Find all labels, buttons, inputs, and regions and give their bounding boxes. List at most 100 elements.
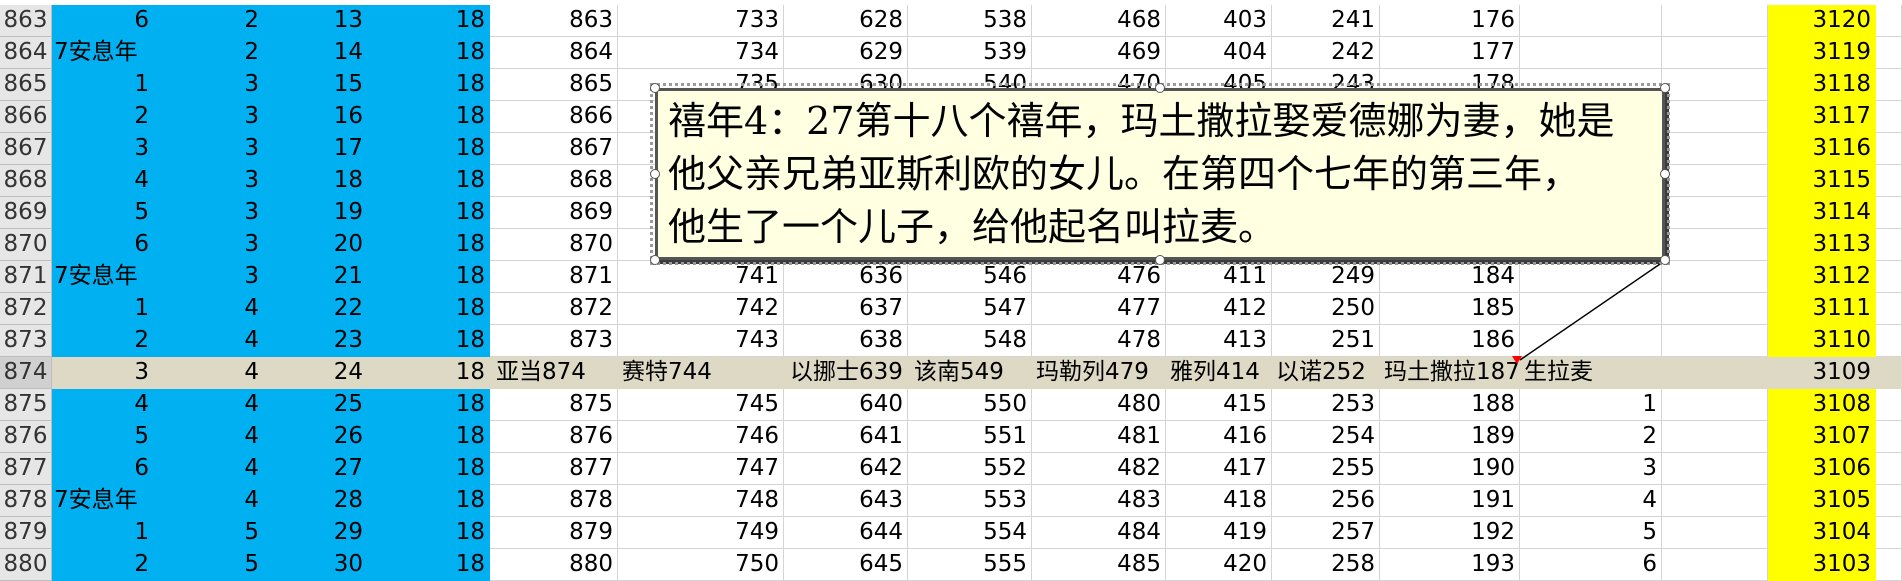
cell[interactable]: 3111 [1768, 293, 1876, 325]
row-header[interactable]: 863 [0, 5, 52, 37]
cell[interactable]: 878 [490, 485, 618, 517]
row-header[interactable]: 878 [0, 485, 52, 517]
cell[interactable] [1520, 37, 1662, 69]
cell[interactable]: 18 [368, 325, 490, 357]
cell[interactable]: 555 [908, 549, 1032, 581]
cell[interactable]: 3 [154, 133, 264, 165]
cell[interactable]: 745 [618, 389, 784, 421]
cell[interactable]: 18 [368, 293, 490, 325]
cell[interactable] [1876, 5, 1902, 37]
cell[interactable]: 29 [264, 517, 368, 549]
cell[interactable]: 413 [1166, 325, 1272, 357]
cell[interactable]: 30 [264, 549, 368, 581]
cell[interactable]: 417 [1166, 453, 1272, 485]
cell[interactable] [1662, 37, 1768, 69]
table-row[interactable]: 876 5 4 26 18 876 746 641 551 481 416 254 189 2 3107 [0, 421, 1902, 453]
cell[interactable]: 551 [908, 421, 1032, 453]
cell[interactable]: 17 [264, 133, 368, 165]
cell[interactable] [1662, 5, 1768, 37]
cell[interactable] [1876, 517, 1902, 549]
cell[interactable]: 484 [1032, 517, 1166, 549]
cell[interactable] [1876, 197, 1902, 229]
cell[interactable]: 241 [1272, 5, 1380, 37]
cell[interactable]: 250 [1272, 293, 1380, 325]
table-row[interactable]: 879 1 5 29 18 879 749 644 554 484 419 257 192 5 3104 [0, 517, 1902, 549]
cell[interactable]: 411 [1166, 261, 1272, 293]
resize-handle[interactable] [650, 169, 660, 179]
cell[interactable]: 553 [908, 485, 1032, 517]
row-header[interactable]: 874 [0, 357, 52, 389]
cell[interactable] [1876, 453, 1902, 485]
cell[interactable]: 4 [154, 293, 264, 325]
cell[interactable]: 643 [784, 485, 908, 517]
cell[interactable]: 3108 [1768, 389, 1876, 421]
cell[interactable]: 4 [154, 485, 264, 517]
table-row[interactable]: 871 7安息年 3 21 18 871 741 636 546 476 411 249 184 3112 [0, 261, 1902, 293]
cell[interactable]: 18 [368, 229, 490, 261]
row-header[interactable]: 877 [0, 453, 52, 485]
cell[interactable]: 22 [264, 293, 368, 325]
cell[interactable] [1662, 101, 1768, 133]
cell[interactable]: 1 [52, 517, 154, 549]
cell[interactable]: 875 [490, 389, 618, 421]
cell[interactable]: 733 [618, 5, 784, 37]
cell[interactable]: 242 [1272, 37, 1380, 69]
cell[interactable]: 6 [52, 5, 154, 37]
cell[interactable]: 869 [490, 197, 618, 229]
cell[interactable]: 18 [368, 549, 490, 581]
cell[interactable] [1662, 485, 1768, 517]
cell[interactable]: 552 [908, 453, 1032, 485]
cell[interactable]: 23 [264, 325, 368, 357]
resize-handle[interactable] [1660, 83, 1670, 93]
row-header[interactable]: 864 [0, 37, 52, 69]
cell[interactable]: 5 [154, 549, 264, 581]
cell[interactable]: 481 [1032, 421, 1166, 453]
cell[interactable]: 184 [1380, 261, 1520, 293]
cell[interactable]: 412 [1166, 293, 1272, 325]
cell[interactable]: 193 [1380, 549, 1520, 581]
cell[interactable]: 24 [264, 357, 368, 389]
cell[interactable]: 18 [368, 197, 490, 229]
cell[interactable]: 734 [618, 37, 784, 69]
cell[interactable] [1876, 229, 1902, 261]
cell[interactable] [1876, 69, 1902, 101]
cell[interactable] [1662, 133, 1768, 165]
cell[interactable]: 3119 [1768, 37, 1876, 69]
cell[interactable] [1876, 37, 1902, 69]
cell[interactable]: 863 [490, 5, 618, 37]
cell[interactable] [1876, 357, 1902, 389]
cell[interactable]: 1 [52, 293, 154, 325]
cell[interactable]: 176 [1380, 5, 1520, 37]
cell[interactable]: 868 [490, 165, 618, 197]
cell[interactable]: 865 [490, 69, 618, 101]
cell[interactable]: 3103 [1768, 549, 1876, 581]
cell[interactable]: 18 [368, 133, 490, 165]
name-cell[interactable]: 亚当874 [496, 357, 586, 389]
cell[interactable]: 866 [490, 101, 618, 133]
cell[interactable]: 5 [52, 421, 154, 453]
cell[interactable] [1662, 261, 1768, 293]
cell[interactable]: 18 [368, 517, 490, 549]
cell[interactable]: 642 [784, 453, 908, 485]
table-row[interactable]: 863 6 2 13 18 863 733 628 538 468 403 241 176 3120 [0, 5, 1902, 37]
cell[interactable]: 18 [368, 101, 490, 133]
cell[interactable]: 4 [154, 357, 264, 389]
cell[interactable]: 750 [618, 549, 784, 581]
resize-handle[interactable] [650, 255, 660, 265]
cell[interactable] [1876, 421, 1902, 453]
resize-handle[interactable] [1660, 169, 1670, 179]
cell[interactable] [1876, 325, 1902, 357]
cell[interactable]: 255 [1272, 453, 1380, 485]
table-row[interactable]: 873 2 4 23 18 873 743 638 548 478 413 251 186 3110 [0, 325, 1902, 357]
cell[interactable]: 15 [264, 69, 368, 101]
table-row[interactable]: 880 2 5 30 18 880 750 645 555 485 420 258 193 6 3103 [0, 549, 1902, 581]
cell[interactable]: 4 [154, 325, 264, 357]
row-header[interactable]: 865 [0, 69, 52, 101]
cell-comment-box[interactable]: 禧年4：27第十八个禧年，玛土撒拉娶爱德娜为妻，她是 他父亲兄弟亚斯利欧的女儿。… [650, 83, 1670, 265]
cell[interactable]: 547 [908, 293, 1032, 325]
cell[interactable]: 18 [368, 421, 490, 453]
cell[interactable]: 480 [1032, 389, 1166, 421]
cell[interactable] [1520, 293, 1662, 325]
row-header[interactable]: 867 [0, 133, 52, 165]
row-header[interactable]: 875 [0, 389, 52, 421]
